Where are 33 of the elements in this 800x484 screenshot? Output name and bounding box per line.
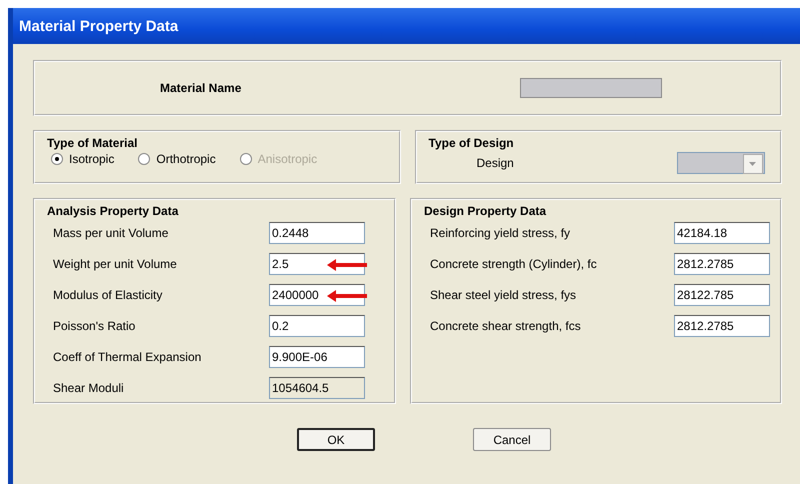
field-label: Reinforcing yield stress, fy (430, 226, 572, 240)
input-field[interactable]: 2812.2785 (674, 253, 770, 275)
field-label: Shear steel yield stress, fys (430, 288, 578, 302)
field-label: Shear Moduli (53, 381, 125, 395)
cancel-button[interactable]: Cancel (473, 428, 551, 451)
field-label: Weight per unit Volume (53, 257, 178, 271)
ok-button[interactable]: OK (297, 428, 375, 451)
group-title: Type of Material (47, 136, 138, 150)
field-label: Mass per unit Volume (53, 226, 170, 240)
field-label: Concrete strength (Cylinder), fc (430, 257, 598, 271)
group-title: Analysis Property Data (47, 204, 178, 218)
field-label: Design (476, 156, 515, 170)
radio-button[interactable] (51, 153, 63, 165)
input-field[interactable]: 9.900E-06 (269, 346, 365, 368)
input-field[interactable]: 2.5 (269, 253, 365, 275)
field-label: Concrete shear strength, fcs (430, 319, 582, 333)
group-title: Type of Design (428, 136, 514, 150)
field-label: Material Name (160, 81, 242, 95)
input-field[interactable]: 2812.2785 (674, 315, 770, 337)
field-label: Modulus of Elasticity (53, 288, 164, 302)
field-label: Coeff of Thermal Expansion (53, 350, 202, 364)
radio-option[interactable]: Orthotropic (138, 152, 216, 166)
group-title: Design Property Data (424, 204, 546, 218)
window-title: Material Property Data (13, 8, 800, 44)
field-label: Poisson's Ratio (53, 319, 136, 333)
radio-button[interactable] (138, 153, 150, 165)
dropdown-caret-icon (749, 162, 756, 166)
input-field[interactable]: 0.2448 (269, 222, 365, 244)
radio-option[interactable]: Isotropic (51, 152, 114, 166)
input-field[interactable]: 2400000 (269, 284, 365, 306)
input-field[interactable]: 42184.18 (674, 222, 770, 244)
input-field[interactable]: 28122.785 (674, 284, 770, 306)
input-field[interactable]: 0.2 (269, 315, 365, 337)
